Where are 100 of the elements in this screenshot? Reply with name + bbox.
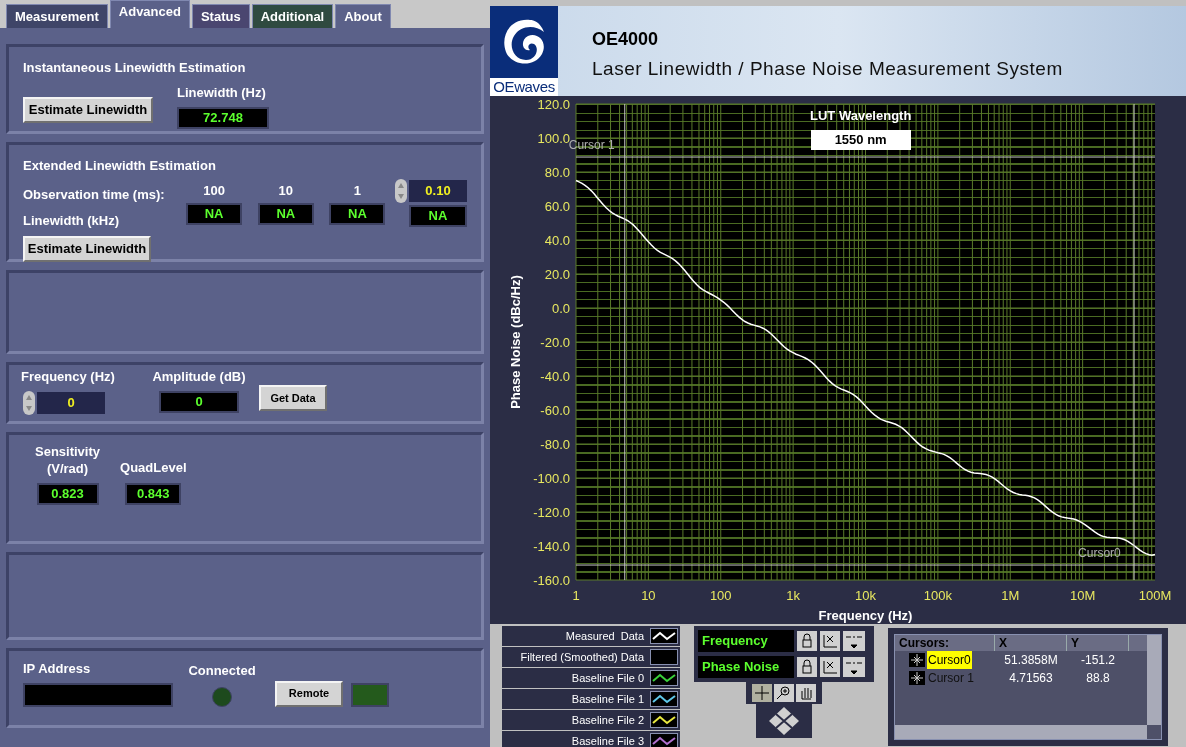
field-label: Connected	[188, 662, 256, 680]
autoscale-icon[interactable]	[820, 631, 840, 651]
legend-item[interactable]: Baseline File 2	[502, 710, 680, 730]
axis-tick-label: 120.0	[537, 97, 570, 112]
axis-tick-label: -160.0	[533, 573, 570, 588]
field-label: Extended Linewidth Estimation	[23, 158, 216, 173]
axis-title: Frequency (Hz)	[818, 608, 913, 623]
axis-tick-label: 10k	[855, 588, 876, 603]
field-label: Sensitivity	[35, 443, 101, 460]
axis-tick-label: 10M	[1070, 588, 1096, 603]
pan-diamond-icon[interactable]	[768, 706, 800, 736]
logo-text: OEwaves	[493, 78, 555, 96]
cursor-crosshair-icon	[909, 653, 925, 667]
overlay-label: LUT Wavelength	[810, 107, 912, 125]
field-label: (V/rad)	[46, 460, 89, 477]
spinner-arrows-icon[interactable]	[395, 179, 407, 203]
axis-tick-label: -140.0	[533, 539, 570, 554]
field-label: 1	[353, 182, 362, 200]
frequency-input[interactable]: 0	[37, 391, 105, 414]
axis-tick-label: 1k	[786, 588, 800, 603]
autoscale-icon[interactable]	[820, 657, 840, 677]
plot-swatch-icon	[650, 733, 678, 747]
plot-swatch-icon	[650, 712, 678, 728]
push-button[interactable]: Remote	[275, 680, 343, 707]
field-label: 10	[278, 182, 294, 200]
tab[interactable]: About	[335, 4, 391, 28]
axis-tick-label: 10	[641, 588, 656, 603]
push-button[interactable]: Get Data	[259, 385, 327, 411]
axis-tick-label: -20.0	[540, 335, 570, 350]
value-display: 0	[159, 390, 239, 413]
axis-title: Phase Noise (dBc/Hz)	[508, 275, 523, 409]
axis-tick-label: 1M	[1001, 588, 1020, 603]
vertical-scrollbar[interactable]	[1147, 635, 1161, 725]
format-icon[interactable]	[843, 631, 865, 651]
format-icon[interactable]	[843, 657, 865, 677]
axis-tick-label: 0.0	[551, 301, 570, 316]
axis-tick-label: 80.0	[544, 165, 570, 180]
scale-name: Phase Noise	[698, 656, 794, 678]
value-display: 0.823	[36, 483, 99, 505]
axis-tick-label: 1	[572, 588, 580, 603]
table-cell-text: 51.3858M	[1003, 652, 1059, 669]
lock-icon[interactable]	[797, 657, 817, 677]
zoom-icon[interactable]	[774, 684, 794, 702]
tab[interactable]: Additional	[251, 4, 334, 28]
axis-tick-label: 60.0	[544, 199, 570, 214]
ip-address-field[interactable]	[23, 682, 173, 707]
axis-tick-label: -120.0	[533, 505, 570, 520]
axis-tick-label: 100	[709, 588, 732, 603]
cursor-name[interactable]: Cursor0	[927, 651, 972, 669]
value-display: NA	[186, 202, 243, 225]
product-subtitle: Laser Linewidth / Phase Noise Measurement System	[592, 57, 1063, 81]
column-header: X	[995, 635, 1067, 651]
table-cell-text: 88.8	[1085, 670, 1111, 687]
plot-swatch-icon	[650, 670, 678, 686]
table-cell-text: 4.71563	[1008, 670, 1054, 687]
value-display: NA	[257, 202, 314, 225]
axis-tick-label: -60.0	[540, 403, 570, 418]
tab[interactable]: Measurement	[6, 4, 108, 28]
axis-tick-label: 100.0	[537, 131, 570, 146]
hand-icon[interactable]	[796, 684, 816, 702]
field-label: QuadLevel	[120, 458, 187, 477]
plot-swatch-icon	[650, 691, 678, 707]
field-label: Instantaneous Linewidth Estimation	[23, 60, 246, 75]
cursor-crosshair-icon	[909, 671, 925, 685]
axis-tick-label: 100k	[923, 588, 952, 603]
table-cell-text: -151.2	[1080, 652, 1116, 669]
field-label: Linewidth (kHz)	[23, 211, 121, 230]
spinner-arrows-icon[interactable]	[23, 390, 35, 415]
field-label: Linewidth (Hz)	[177, 84, 267, 102]
plot-swatch-icon	[650, 649, 678, 665]
legend-item[interactable]: Baseline File 0	[502, 668, 680, 688]
tab[interactable]: Advanced	[109, 0, 190, 28]
axis-tick-label: -100.0	[533, 471, 570, 486]
cursor-line[interactable]	[624, 103, 626, 581]
legend-item[interactable]: Measured Data	[502, 626, 680, 646]
legend-item[interactable]: Baseline File 3	[502, 731, 680, 747]
product-model: OE4000	[592, 28, 660, 51]
column-header: Y	[1067, 635, 1129, 651]
value-display: NA	[329, 202, 386, 225]
axis-tick-label: -80.0	[540, 437, 570, 452]
field-label: Observation time (ms):	[23, 186, 166, 204]
legend-item[interactable]: Baseline File 1	[502, 689, 680, 709]
horizontal-scrollbar[interactable]	[895, 725, 1147, 739]
axis-tick-label: 20.0	[544, 267, 570, 282]
legend-item[interactable]: Filtered (Smoothed) Data	[502, 647, 680, 667]
tab[interactable]: Status	[191, 4, 250, 28]
scale-name: Frequency	[698, 630, 794, 652]
field-label: Amplitude (dB)	[152, 368, 246, 386]
axis-tick-label: -40.0	[540, 369, 570, 384]
value-display: 0.843	[125, 483, 182, 505]
field-label: 100	[203, 182, 225, 200]
time-input[interactable]: 0.10	[409, 180, 467, 202]
value-display: NA	[409, 205, 467, 227]
push-button[interactable]: Estimate Linewidth	[23, 236, 151, 262]
lock-icon[interactable]	[797, 631, 817, 651]
push-button[interactable]: Estimate Linewidth	[23, 97, 153, 123]
value-display: 72.748	[177, 106, 269, 129]
axis-tick-label: 40.0	[544, 233, 570, 248]
field-label: Frequency (Hz)	[21, 368, 116, 386]
field-label: IP Address	[23, 660, 92, 678]
